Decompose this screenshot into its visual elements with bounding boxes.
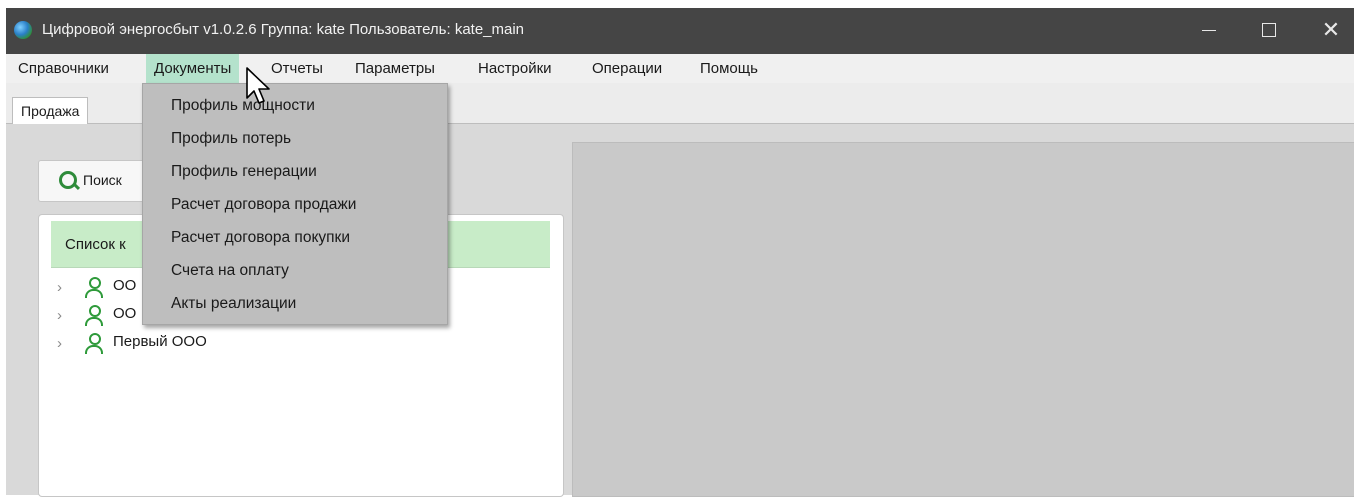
tree-item-label: ОО	[113, 305, 137, 322]
person-icon	[85, 333, 103, 354]
app-globe-icon	[14, 21, 32, 39]
search-icon	[59, 171, 77, 189]
chevron-right-icon[interactable]: ›	[57, 307, 62, 324]
menu-item-raschet-prodazhi[interactable]: Расчет договора продажи	[171, 191, 356, 219]
mouse-cursor-icon	[246, 67, 270, 104]
search-button[interactable]: Поиск	[38, 160, 154, 202]
maximize-button[interactable]	[1238, 8, 1300, 54]
window-title: Цифровой энергосбыт v1.0.2.6 Группа: kat…	[42, 21, 525, 38]
menu-item-profil-poter[interactable]: Профиль потерь	[171, 125, 291, 153]
menu-item-profil-generatsii[interactable]: Профиль генерации	[171, 158, 317, 186]
menu-operatsii[interactable]: Операции	[584, 54, 670, 83]
title-bar: Цифровой энергосбыт v1.0.2.6 Группа: kat…	[6, 8, 1354, 54]
tree-item-label: Первый ООО	[113, 333, 207, 350]
menu-dokumenty[interactable]: Документы	[146, 54, 240, 83]
tree-item-label: ОО	[113, 277, 137, 294]
menu-pomosch[interactable]: Помощь	[692, 54, 766, 83]
person-icon	[85, 305, 103, 326]
menu-parametry[interactable]: Параметры	[347, 54, 443, 83]
menu-item-profil-moschnosti[interactable]: Профиль мощности	[171, 92, 315, 120]
menu-item-akty-realizatsii[interactable]: Акты реализации	[171, 290, 296, 318]
tab-prodazha[interactable]: Продажа	[12, 97, 89, 124]
menu-item-raschet-pokupki[interactable]: Расчет договора покупки	[171, 224, 350, 252]
detail-panel	[572, 142, 1354, 497]
search-label: Поиск	[83, 172, 122, 188]
menu-nastroyki[interactable]: Настройки	[470, 54, 560, 83]
minimize-button[interactable]	[1178, 8, 1240, 54]
close-button[interactable]: ✕	[1300, 8, 1354, 54]
client-list-title: Список к	[65, 236, 126, 253]
person-icon	[85, 277, 103, 298]
chevron-right-icon[interactable]: ›	[57, 279, 62, 296]
documents-dropdown-menu: Профиль мощности Профиль потерь Профиль …	[142, 83, 448, 325]
chevron-right-icon[interactable]: ›	[57, 335, 62, 352]
menu-item-scheta-na-oplatu[interactable]: Счета на оплату	[171, 257, 289, 285]
menu-bar: Справочники Документы Отчеты Параметры Н…	[6, 54, 1354, 83]
menu-spravochniki[interactable]: Справочники	[10, 54, 117, 83]
